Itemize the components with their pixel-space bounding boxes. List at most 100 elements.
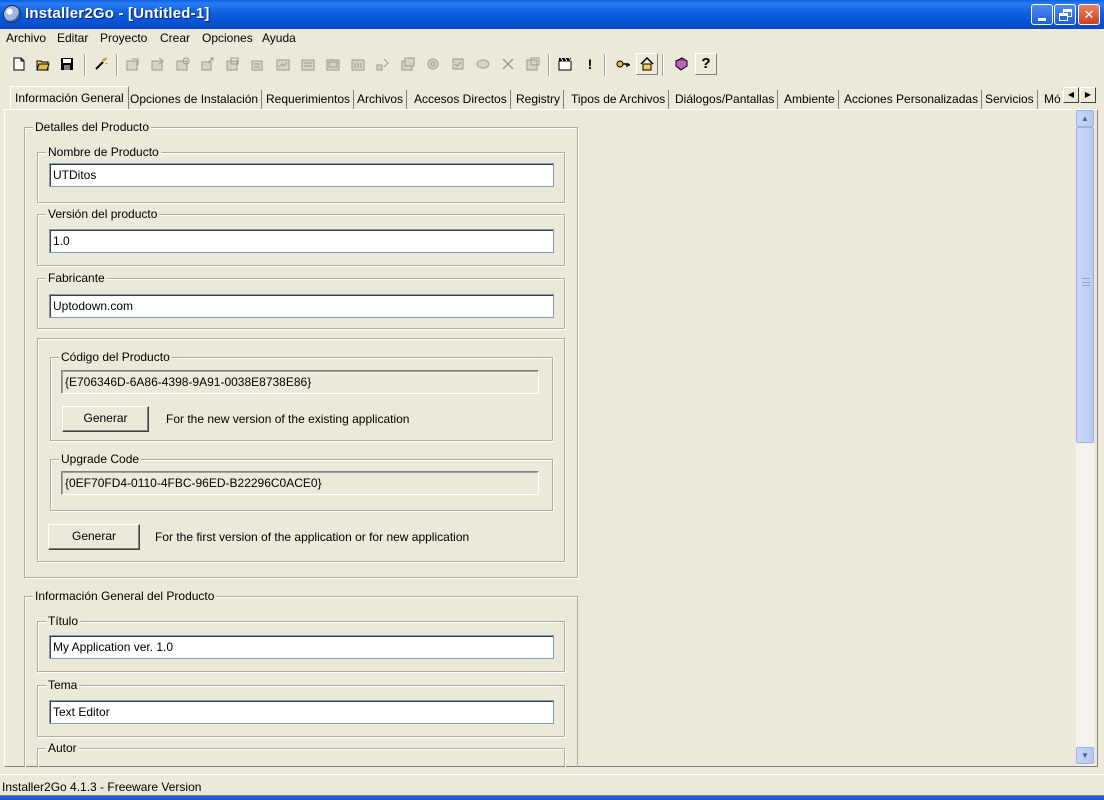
toolbar: ! ?: [0, 50, 1104, 82]
toolbar-build-button-6[interactable]: [247, 53, 269, 75]
generate-upgrade-code-button[interactable]: Generar: [48, 524, 140, 550]
build-icon: [401, 57, 415, 71]
tab-scroll-left-button[interactable]: ◀: [1063, 87, 1079, 103]
tab-accesos-directos[interactable]: Accesos Directos: [411, 90, 511, 110]
toolbar-build-button-14[interactable]: [447, 53, 469, 75]
toolbar-build-button-5[interactable]: [222, 53, 244, 75]
build-icon: [427, 58, 439, 70]
open-folder-icon: [36, 60, 50, 71]
author-group: Autor: [37, 741, 565, 768]
properties-icon: [526, 57, 540, 71]
build-icon: [176, 57, 190, 71]
save-button[interactable]: [56, 53, 78, 75]
tab-archivos[interactable]: Archivos: [354, 90, 408, 110]
app-icon[interactable]: [3, 5, 21, 23]
tab-requerimientos[interactable]: Requerimientos: [263, 90, 355, 110]
tab-strip: Información General Opciones de Instalac…: [0, 86, 1104, 110]
restore-button[interactable]: [1054, 4, 1076, 25]
upgrade-code-note: For the first version of the application…: [155, 530, 470, 544]
manufacturer-field[interactable]: Uptodown.com: [49, 294, 554, 318]
window-bottom-border: [0, 796, 1104, 800]
upgrade-code-field: {0EF70FD4-0110-4FBC-96ED-B22296C0ACE0}: [61, 471, 539, 495]
upgrade-code-label: Upgrade Code: [59, 452, 142, 466]
open-button[interactable]: [32, 53, 54, 75]
wizard-button[interactable]: [90, 53, 112, 75]
title-field[interactable]: My Application ver. 1.0: [49, 635, 554, 659]
manufacturer-label: Fabricante: [46, 271, 107, 285]
build-icon: [351, 59, 365, 71]
scroll-up-button[interactable]: ▲: [1076, 110, 1094, 127]
vertical-scrollbar[interactable]: ▲ ▼: [1076, 110, 1094, 766]
status-text: Installer2Go 4.1.3 - Freeware Version: [2, 780, 202, 794]
help-button[interactable]: ?: [695, 53, 717, 75]
product-version-label: Versión del producto: [46, 207, 160, 221]
home-icon: [640, 57, 654, 71]
general-info-legend: Información General del Producto: [33, 589, 217, 603]
arrow-left-icon: ◀: [1067, 90, 1075, 99]
delete-button[interactable]: [497, 53, 519, 75]
new-file-button[interactable]: [8, 53, 30, 75]
properties-button[interactable]: [522, 53, 544, 75]
toolbar-build-button-3[interactable]: [172, 53, 194, 75]
tab-dialogos-pantallas[interactable]: Diálogos/Pantallas: [672, 90, 779, 110]
toolbar-build-button-12[interactable]: [397, 53, 419, 75]
magic-wand-icon: [95, 57, 108, 70]
tab-informacion-general[interactable]: Información General: [10, 86, 129, 110]
media-button[interactable]: [554, 53, 576, 75]
arrow-right-icon: ▶: [1084, 90, 1092, 99]
minimize-icon: [1038, 18, 1046, 21]
tab-registry[interactable]: Registry: [513, 90, 565, 110]
tab-tipos-de-archivos[interactable]: Tipos de Archivos: [568, 90, 670, 110]
menu-archivo[interactable]: Archivo: [6, 31, 46, 45]
product-details-legend: Detalles del Producto: [33, 120, 152, 134]
menu-crear[interactable]: Crear: [160, 31, 190, 45]
menu-opciones[interactable]: Opciones: [202, 31, 253, 45]
menu-bar: Archivo Editar Proyecto Crear Opciones A…: [0, 29, 1104, 49]
author-label: Autor: [46, 741, 79, 755]
tab-servicios[interactable]: Servicios: [982, 90, 1038, 110]
title-bar[interactable]: Installer2Go - [Untitled-1] ✕: [0, 0, 1104, 29]
subject-label: Tema: [46, 678, 80, 692]
tab-ambiente[interactable]: Ambiente: [781, 90, 839, 110]
toolbar-build-button-9[interactable]: [322, 53, 344, 75]
generate-product-code-button[interactable]: Generar: [62, 406, 149, 432]
home-button[interactable]: [636, 53, 658, 75]
new-file-icon: [13, 57, 25, 71]
minimize-button[interactable]: [1031, 4, 1053, 25]
arrow-up-icon: ▲: [1081, 114, 1089, 123]
scroll-thumb[interactable]: [1076, 127, 1094, 443]
product-version-field[interactable]: 1.0: [49, 229, 554, 253]
build-icon: [226, 57, 239, 71]
key-button[interactable]: [612, 53, 634, 75]
tab-modulos[interactable]: Mó: [1041, 90, 1065, 110]
book-icon: [675, 57, 688, 71]
build-icon: [301, 59, 315, 71]
toolbar-build-button-11[interactable]: [372, 53, 394, 75]
scroll-down-button[interactable]: ▼: [1076, 747, 1094, 764]
close-button[interactable]: ✕: [1078, 4, 1100, 25]
tab-acciones-personalizadas[interactable]: Acciones Personalizadas: [841, 90, 983, 110]
toolbar-build-button-15[interactable]: [472, 53, 494, 75]
build-icon: [126, 58, 139, 71]
run-button[interactable]: !: [579, 53, 601, 75]
build-icon: [251, 60, 263, 71]
menu-editar[interactable]: Editar: [57, 31, 88, 45]
toolbar-build-button-4[interactable]: [197, 53, 219, 75]
help-icon: ?: [701, 55, 711, 72]
subject-field[interactable]: Text Editor: [49, 700, 554, 724]
menu-ayuda[interactable]: Ayuda: [262, 31, 296, 45]
toolbar-build-button-13[interactable]: [422, 53, 444, 75]
menu-proyecto[interactable]: Proyecto: [100, 31, 147, 45]
product-code-note: For the new version of the existing appl…: [166, 412, 410, 426]
arrow-down-icon: ▼: [1081, 751, 1089, 760]
toolbar-build-button-7[interactable]: [272, 53, 294, 75]
toolbar-build-button-8[interactable]: [297, 53, 319, 75]
toolbar-build-button-1[interactable]: [122, 53, 144, 75]
exclamation-icon: !: [587, 56, 593, 72]
product-name-field[interactable]: UTDitos: [49, 163, 554, 187]
tab-scroll-right-button[interactable]: ▶: [1080, 87, 1096, 103]
toolbar-build-button-2[interactable]: [147, 53, 169, 75]
tab-opciones-instalacion[interactable]: Opciones de Instalación: [127, 90, 263, 110]
toolbar-build-button-10[interactable]: [347, 53, 369, 75]
book-button[interactable]: [670, 53, 692, 75]
